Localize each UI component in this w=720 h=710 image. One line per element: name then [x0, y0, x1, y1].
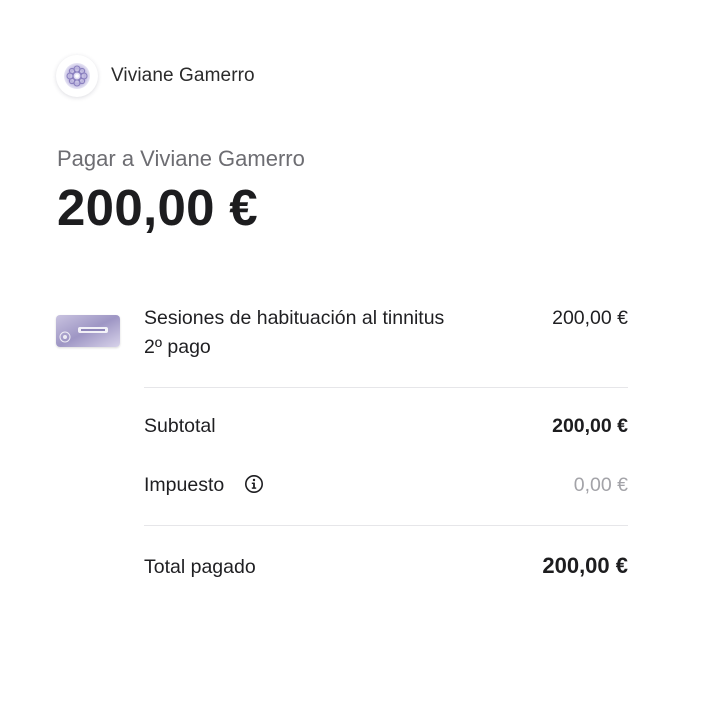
total-paid-label: Total pagado [144, 556, 256, 578]
tax-row: Impuesto [144, 474, 264, 497]
line-item-price: 200,00 € [552, 307, 628, 329]
subtotal-label: Subtotal [144, 415, 216, 437]
divider [144, 525, 628, 526]
line-item-name: Sesiones de habituación al tinnitus 2º p… [144, 304, 514, 362]
tax-label: Impuesto [144, 474, 225, 496]
tax-value: 0,00 € [573, 474, 628, 496]
product-thumbnail [56, 315, 120, 347]
divider [144, 387, 628, 388]
line-item-name-line1: Sesiones de habituación al tinnitus [144, 307, 445, 329]
total-paid-value: 200,00 € [542, 553, 628, 578]
subtotal-value: 200,00 € [552, 415, 628, 437]
line-item-name-line2: 2º pago [144, 336, 211, 358]
info-icon[interactable] [244, 474, 264, 494]
order-summary: Sesiones de habituación al tinnitus 2º p… [0, 0, 720, 710]
